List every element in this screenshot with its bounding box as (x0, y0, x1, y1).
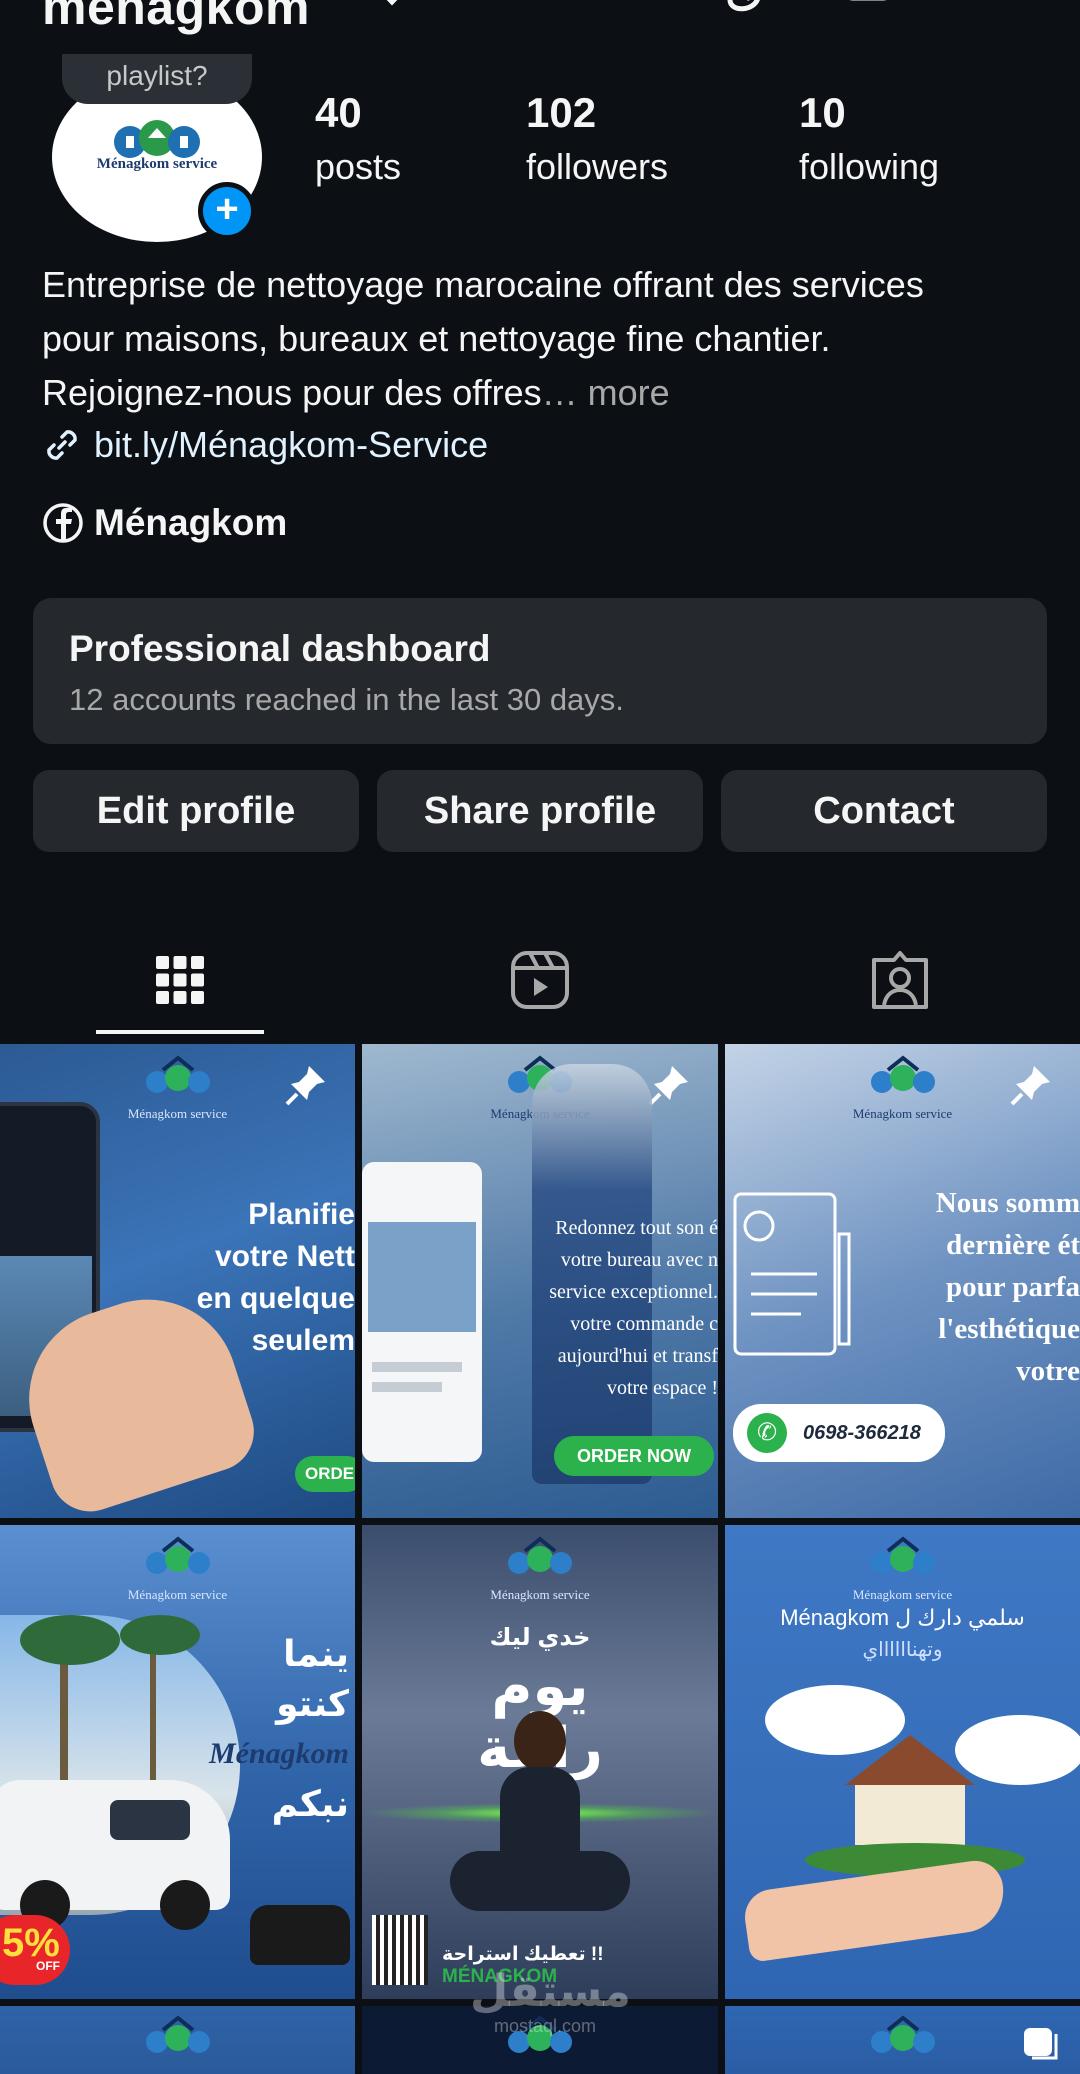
brand-logo-icon (145, 1055, 210, 1093)
stat-followers[interactable]: 102 followers (526, 88, 668, 192)
post-tile[interactable]: Ménagkom service Planifie votre Nett en … (0, 1044, 355, 1518)
bio-link-text[interactable]: bit.ly/Ménagkom-Service (94, 424, 488, 466)
brand-logo-icon (870, 1536, 935, 1574)
post-subhead: وتهنااااااي (862, 1639, 943, 1661)
stat-posts-label: posts (315, 146, 402, 187)
carousel-icon (1024, 2028, 1058, 2060)
share-profile-button[interactable]: Share profile (377, 770, 703, 852)
active-tab-indicator (96, 1030, 264, 1034)
post-brand: Ménagkom service (490, 1587, 590, 1602)
bio-more-link[interactable]: … more (542, 372, 670, 413)
post-headline: Ménagkom سلمي دارك ل (780, 1605, 1025, 1630)
tab-grid[interactable] (90, 930, 270, 1030)
telephone-image (250, 1905, 350, 1965)
stat-posts-count: 40 (315, 89, 362, 136)
phone-screenshot-image (362, 1162, 482, 1462)
post-brand: Ménagkom service (852, 1587, 953, 1602)
stat-posts[interactable]: 40 posts (315, 88, 401, 192)
brand-logo-icon (870, 2015, 935, 2053)
post-cta: ORDER NOW (554, 1436, 714, 1476)
brand-logo-icon (114, 120, 200, 158)
threads-icon[interactable] (712, 0, 768, 22)
facebook-profile-link[interactable]: Ménagkom (42, 498, 287, 548)
tagged-icon (872, 951, 928, 1009)
stat-following[interactable]: 10 following (799, 88, 939, 192)
post-headline: Redonnez tout son é votre bureau avec n … (549, 1217, 718, 1399)
brand-logo-icon (508, 1536, 572, 1574)
profile-bio: Entreprise de nettoyage marocaine offran… (42, 258, 1052, 420)
bio-line: pour maisons, bureaux et nettoyage fine … (42, 318, 831, 359)
watermark-url: mostaql.com (493, 2016, 597, 2036)
post-tile[interactable] (725, 2006, 1080, 2074)
stat-followers-count: 102 (526, 89, 597, 136)
tab-reels[interactable] (450, 930, 630, 1030)
post-phone-pill: ✆ 0698-366218 (733, 1404, 945, 1462)
tab-tagged[interactable] (810, 930, 990, 1030)
house-image (835, 1735, 985, 1855)
phone-icon: ✆ (747, 1413, 787, 1453)
meditating-woman-image (450, 1711, 630, 1921)
post-headline: Planifie votre Nett en quelque seulem (196, 1198, 355, 1357)
dashboard-title: Professional dashboard (69, 628, 491, 669)
facebook-name: Ménagkom (94, 502, 288, 543)
link-icon (47, 430, 77, 460)
contact-button[interactable]: Contact (721, 770, 1047, 852)
brand-logo-icon (870, 1055, 935, 1093)
pin-icon (1010, 1066, 1050, 1106)
professional-dashboard[interactable]: Professional dashboard 12 accounts reach… (33, 598, 1047, 744)
chevron-down-icon[interactable] (380, 0, 404, 6)
van-image (0, 1780, 230, 1930)
post-tile[interactable]: Ménagkom service Ménagkom سلمي دارك ل وت… (725, 1525, 1080, 1999)
bio-link[interactable]: bit.ly/Ménagkom-Service (42, 418, 488, 472)
note-bubble[interactable]: playlist? (62, 54, 252, 104)
post-brand: Ménagkom service (127, 1587, 228, 1602)
brand-logo-icon (145, 2015, 210, 2053)
post-headline: ينما كنتو Ménagkom نبكم (209, 1633, 350, 1824)
post-tile[interactable]: Ménagkom service خدي ليك يوم راحة تعطيك … (362, 1525, 718, 1999)
grid-icon (156, 956, 204, 1004)
bio-line: Rejoignez-nous pour des offres (42, 372, 542, 413)
post-tile[interactable]: Ménagkom service Redonnez tout son é vot… (362, 1044, 718, 1518)
discount-badge: 5% OFF (0, 1915, 70, 1985)
stat-following-count: 10 (799, 89, 846, 136)
profile-username[interactable]: ménagkom (42, 0, 310, 36)
post-tile[interactable]: Ménagkom service ينما كنتو Ménagkom نبكم… (0, 1525, 355, 1999)
post-brand: Ménagkom service (852, 1106, 953, 1121)
post-subhead: خدي ليك (489, 1624, 591, 1651)
post-tile[interactable]: Ménagkom service Nous somm dernière ét p… (725, 1044, 1080, 1518)
stat-following-label: following (799, 146, 940, 187)
create-post-icon[interactable] (840, 0, 896, 22)
watermark: مستقل mostaql.com (470, 1967, 631, 2037)
menu-icon[interactable] (968, 0, 1024, 22)
facebook-icon (43, 503, 83, 543)
pin-icon (648, 1066, 688, 1106)
edit-profile-button[interactable]: Edit profile (33, 770, 359, 852)
bio-line: Entreprise de nettoyage marocaine offran… (42, 264, 924, 305)
watermark-arabic: مستقل (470, 1967, 631, 2016)
document-illustration (733, 1192, 851, 1356)
reels-icon (511, 951, 569, 1009)
stat-followers-label: followers (526, 146, 669, 187)
pin-icon (285, 1066, 325, 1106)
post-phone-number: 0698-366218 (803, 1422, 921, 1444)
top-bar: ménagkom (0, 0, 1080, 40)
post-headline: Nous somm dernière ét pour parfa l'esthé… (935, 1187, 1080, 1387)
add-story-button[interactable]: + (198, 182, 256, 240)
post-tile[interactable] (0, 2006, 355, 2074)
dashboard-subtitle: 12 accounts reached in the last 30 days. (69, 682, 624, 717)
qr-code-image (372, 1915, 428, 1985)
avatar-brand-text: Ménagkom service (96, 156, 218, 172)
brand-logo-icon (145, 1536, 210, 1574)
post-cta: ORDE (295, 1456, 355, 1492)
